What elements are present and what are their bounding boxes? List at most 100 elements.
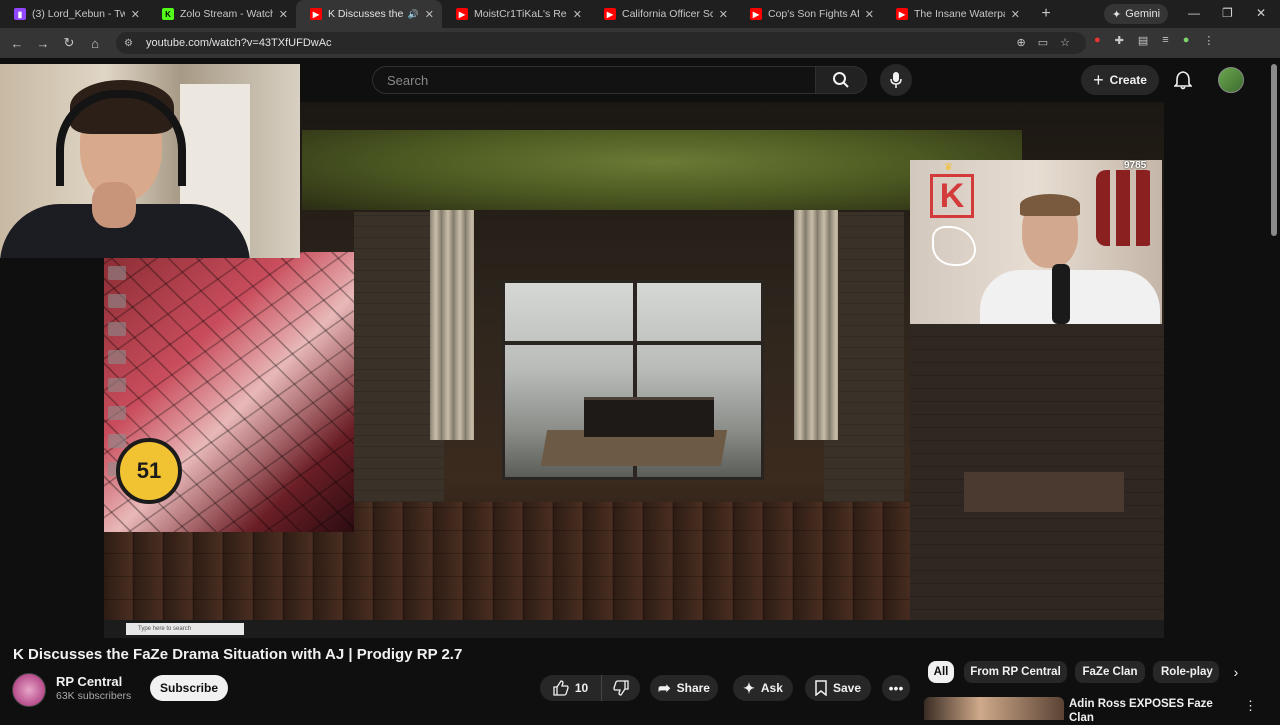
more-actions-button[interactable]: ••• [882,675,910,701]
microphone [1052,264,1070,324]
save-button[interactable]: Save [805,675,871,701]
subscriber-count: 63K subscribers [56,690,132,702]
like-count: 10 [574,681,589,695]
thumbs-down-icon [613,680,629,696]
tab-title: California Officer Scre [622,8,713,20]
gemini-label: Gemini [1125,8,1161,20]
save-label: Save [832,681,862,695]
share-button[interactable]: ➦ Share [650,675,718,701]
badge-51: 51 [116,438,182,504]
user-avatar[interactable] [1218,67,1244,93]
chip-from-channel[interactable]: From RP Central [964,661,1067,683]
maximize-icon[interactable]: ❐ [1222,6,1233,20]
browser-tab-active-video[interactable]: ▶ K Discusses the FaZ 🔊 ✕ [296,0,442,28]
more-horizontal-icon: ••• [888,680,904,696]
scrollbar-thumb[interactable] [1271,64,1277,236]
like-button[interactable]: 10 [540,675,602,701]
chip-role-play[interactable]: Role-play [1153,661,1219,683]
plus-icon: + [1093,69,1104,90]
taskbar-search: Type here to search [126,623,244,635]
subscribe-button[interactable]: Subscribe [150,675,228,701]
close-tab-icon[interactable]: ✕ [719,8,728,21]
speaker-icon[interactable]: 🔊 [408,9,419,20]
chip-all[interactable]: All [928,661,954,683]
browser-tab-kick[interactable]: K Zolo Stream - Watch Li ✕ [148,0,296,28]
window-transom [505,341,761,345]
like-dislike-group: 10 [540,675,640,701]
browser-tab-twitch[interactable]: ▮ (3) Lord_Kebun - Twitch ✕ [0,0,148,28]
zoom-icon[interactable]: ⊕ [1017,36,1026,49]
sparkle-icon: ✦ [1111,8,1122,21]
kick-icon: K [162,8,174,20]
youtube-icon: ▶ [456,8,468,20]
voice-search-button[interactable] [880,64,912,96]
cast-icon[interactable]: ▭ [1038,36,1048,49]
browser-tab-cops-son[interactable]: ▶ Cop's Son Fights After ✕ [736,0,882,28]
channel-name[interactable]: RP Central [56,674,122,689]
search-button[interactable] [815,66,867,94]
share-arrow-icon: ➦ [658,680,671,697]
overlay-count: 9785 [1124,160,1147,171]
profile-icon[interactable]: ● [1183,34,1190,47]
tab-title: Cop's Son Fights After [768,8,859,20]
search-placeholder: Search [387,72,429,88]
gemini-button[interactable]: ✦ Gemini [1104,4,1168,24]
crown-icon: ♛ [944,162,953,173]
chevron-right-icon[interactable]: › [1226,662,1246,682]
browser-tab-reaction[interactable]: ▶ MoistCr1TiKaL's Reactic ✕ [442,0,590,28]
recommendation-title[interactable]: Adin Ross EXPOSES Faze Clan [1069,697,1229,725]
close-tab-icon[interactable]: ✕ [131,8,140,21]
youtube-icon: ▶ [310,8,322,20]
forward-icon[interactable]: → [30,36,56,51]
search-input[interactable]: Search [372,66,816,94]
media-controls-icon[interactable]: ≡ [1162,34,1168,47]
close-tab-icon[interactable]: ✕ [279,8,288,21]
extensions-puzzle-icon[interactable]: ✚ [1115,34,1124,47]
youtube-icon: ▶ [896,8,908,20]
tab-title: K Discusses the FaZ [328,8,404,20]
close-tab-icon[interactable]: ✕ [425,8,434,21]
address-bar[interactable]: ⚙ youtube.com/watch?v=43TXfUFDwAc ⊕ ▭ ☆ [116,32,1086,54]
thumbs-up-icon [553,680,569,696]
new-tab-button[interactable]: + [1032,5,1060,23]
channel-avatar[interactable] [12,673,46,707]
close-tab-icon[interactable]: ✕ [1011,8,1020,21]
site-info-icon[interactable]: ⚙ [124,38,140,49]
tab-title: MoistCr1TiKaL's Reactic [474,8,567,20]
dislike-button[interactable] [602,675,640,701]
close-window-icon[interactable]: ✕ [1256,6,1266,20]
reload-icon[interactable]: ↻ [56,35,82,51]
microphone-icon [890,72,902,88]
video-title: K Discusses the FaZe Drama Situation wit… [13,646,463,663]
ask-button[interactable]: ✦ Ask [733,675,793,701]
url-text: youtube.com/watch?v=43TXfUFDwAc [146,37,332,49]
bell-icon [1174,71,1192,90]
create-button[interactable]: + Create [1081,65,1159,95]
home-icon[interactable]: ⌂ [82,36,108,51]
close-tab-icon[interactable]: ✕ [865,8,874,21]
chip-faze-clan[interactable]: FaZe Clan [1075,661,1145,683]
notifications-button[interactable] [1170,68,1196,92]
browser-menu-icon[interactable]: ⋮ [1203,34,1214,47]
minimize-icon[interactable]: — [1188,6,1200,20]
close-tab-icon[interactable]: ✕ [573,8,582,21]
recommendation-thumbnail[interactable] [924,697,1064,720]
more-vertical-icon[interactable]: ⋮ [1244,698,1257,714]
browser-tab-california[interactable]: ▶ California Officer Scre ✕ [590,0,736,28]
extension-icon[interactable]: ● [1094,34,1101,47]
pillar-right [794,210,838,440]
browser-tab-waterpark[interactable]: ▶ The Insane Waterpark ✕ [882,0,1028,28]
share-label: Share [676,681,710,695]
desktop-taskbar: Type here to search [104,620,1164,638]
ask-label: Ask [760,681,783,695]
back-icon[interactable]: ← [4,36,30,51]
twitch-icon: ▮ [14,8,26,20]
bookmark-star-icon[interactable]: ☆ [1060,36,1070,49]
sparkle-icon: ✦ [743,679,755,696]
search-icon [833,72,849,88]
pillar-left [430,210,474,440]
skateboards [1096,170,1156,246]
dragon-logo [932,226,976,266]
split-view-icon[interactable]: ▤ [1138,34,1148,47]
youtube-icon: ▶ [750,8,762,20]
